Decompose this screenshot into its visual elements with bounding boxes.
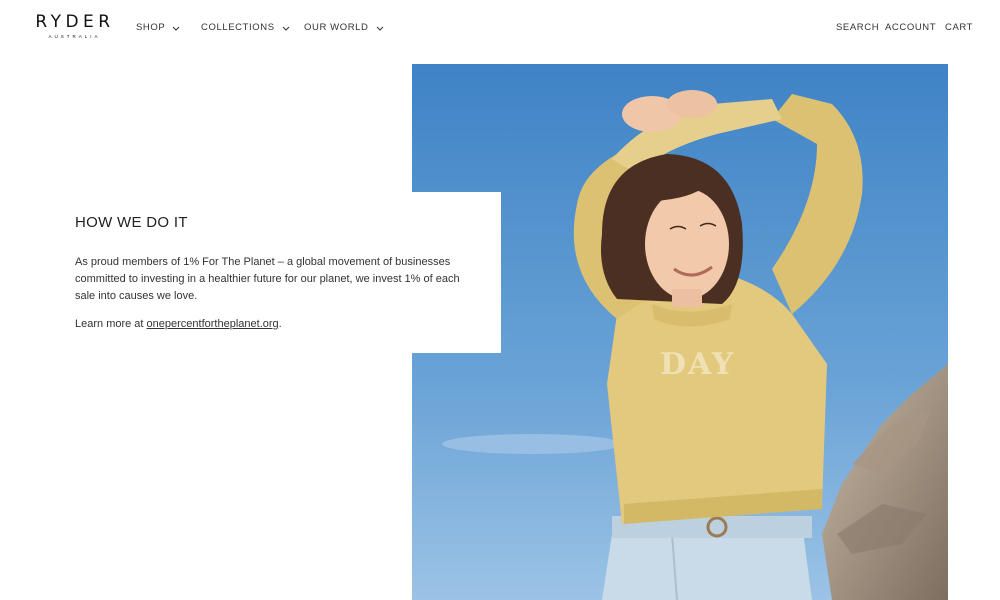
sweater-print: DAY	[660, 347, 735, 382]
site-header: RYDER AUSTRALIA SHOP COLLECTIONS OUR WOR…	[0, 0, 1000, 56]
chevron-down-icon	[172, 26, 180, 31]
info-panel: HOW WE DO IT As proud members of 1% For …	[0, 192, 501, 353]
learn-more-prefix: Learn more at	[75, 318, 147, 330]
section-title: HOW WE DO IT	[75, 214, 188, 231]
brand-name: RYDER	[35, 12, 115, 32]
one-percent-link[interactable]: onepercentfortheplanet.org	[147, 318, 279, 330]
section-body: As proud members of 1% For The Planet – …	[75, 256, 460, 302]
nav-item-our-world[interactable]: OUR WORLD	[304, 22, 385, 33]
nav-item-collections-label: COLLECTIONS	[201, 22, 275, 33]
search-link[interactable]: SEARCH	[836, 22, 879, 33]
cart-link[interactable]: CART	[945, 22, 973, 33]
account-link[interactable]: ACCOUNT	[885, 22, 936, 33]
chevron-down-icon	[282, 26, 290, 31]
nav-item-collections[interactable]: COLLECTIONS	[201, 22, 291, 33]
learn-more-text: Learn more at onepercentfortheplanet.org…	[75, 316, 282, 333]
nav-item-shop-label: SHOP	[136, 22, 166, 33]
nav-item-shop[interactable]: SHOP	[136, 22, 181, 33]
brand-tagline: AUSTRALIA	[48, 34, 101, 39]
nav-item-our-world-label: OUR WORLD	[304, 22, 369, 33]
learn-more-suffix: .	[278, 318, 282, 330]
brand-logo[interactable]: RYDER AUSTRALIA	[30, 12, 116, 41]
chevron-down-icon	[376, 26, 383, 31]
